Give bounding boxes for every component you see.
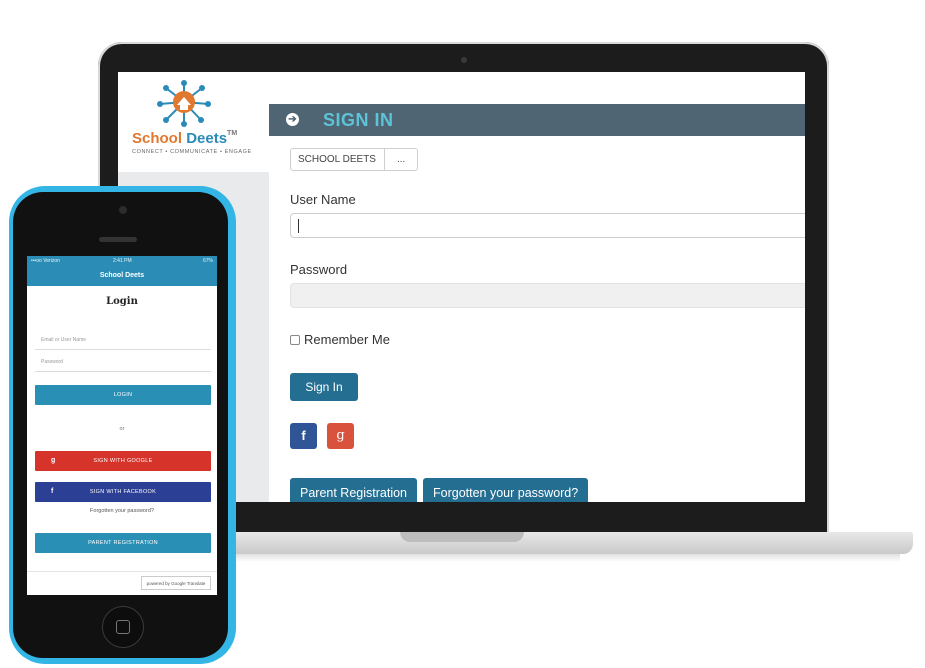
facebook-icon: f <box>51 488 54 495</box>
laptop-camera-icon <box>461 57 467 63</box>
home-button[interactable] <box>102 606 144 648</box>
page-title: SIGN IN <box>323 110 394 130</box>
breadcrumb: SCHOOL DEETS ... <box>290 148 419 171</box>
remember-me-row[interactable]: Remember Me <box>290 332 390 347</box>
arrow-right-icon: ➔ <box>286 113 299 126</box>
page-header: ➔ SIGN IN <box>269 104 805 136</box>
remember-me-checkbox[interactable] <box>290 334 300 345</box>
forgot-password-button[interactable]: Forgotten your password? <box>423 478 589 502</box>
breadcrumb-item-school-deets[interactable]: SCHOOL DEETS <box>291 149 385 170</box>
home-square-icon <box>116 620 130 634</box>
facebook-icon[interactable]: f <box>290 423 317 449</box>
phone-speaker <box>99 237 137 242</box>
sign-with-facebook-button[interactable]: f SIGN WITH FACEBOOK <box>35 482 211 502</box>
text-caret <box>298 219 299 233</box>
logo-tagline: CONNECT • COMMUNICATE • ENGAGE <box>132 149 252 155</box>
phone-screen: •••oo Verizon 2:41 PM 67% School Deets L… <box>27 256 217 595</box>
sign-with-google-button[interactable]: g SIGN WITH GOOGLE <box>35 451 211 471</box>
parent-registration-button[interactable]: PARENT REGISTRATION <box>35 533 211 553</box>
phone-camera-icon <box>119 206 127 214</box>
status-bar: •••oo Verizon 2:41 PM 67% <box>27 256 217 266</box>
logo-network-icon <box>157 80 211 127</box>
school-deets-logo[interactable]: School DeetsTM CONNECT • COMMUNICATE • E… <box>118 72 269 172</box>
password-input[interactable] <box>290 283 805 308</box>
sign-in-button[interactable]: Sign In <box>290 373 358 401</box>
breadcrumb-item-more[interactable]: ... <box>385 149 417 170</box>
carrier-label: •••oo Verizon <box>31 258 60 264</box>
battery-icon: 67% <box>202 258 213 264</box>
forgot-password-link[interactable]: Forgotten your password? <box>27 508 217 514</box>
password-label: Password <box>290 262 348 277</box>
or-separator: or <box>119 426 125 432</box>
parent-registration-button[interactable]: Parent Registration <box>290 478 418 502</box>
username-label: User Name <box>290 192 356 207</box>
app-bar-title: School Deets <box>27 266 217 286</box>
google-icon: g <box>51 457 56 464</box>
email-field[interactable]: Email or User Name <box>35 330 211 350</box>
laptop-notch <box>400 532 524 542</box>
status-time: 2:41 PM <box>113 258 132 264</box>
login-heading: Login <box>106 296 138 307</box>
username-input[interactable] <box>290 213 805 238</box>
login-button[interactable]: LOGIN <box>35 385 211 405</box>
divider <box>27 571 217 572</box>
mobile-password-field[interactable]: Password <box>35 352 211 372</box>
logo-wordmark: School DeetsTM <box>132 130 238 147</box>
google-translate-badge[interactable]: powered by Google Translate <box>141 576 211 590</box>
remember-me-label: Remember Me <box>304 332 390 347</box>
google-icon[interactable]: g <box>327 423 354 449</box>
